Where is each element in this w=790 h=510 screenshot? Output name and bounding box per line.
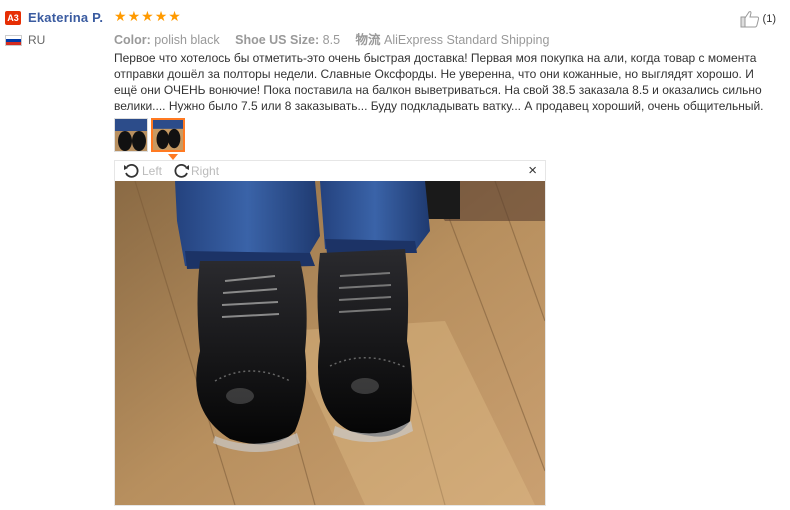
review-photo: [115, 181, 545, 505]
photo-viewer: Left Right ×: [114, 160, 546, 506]
rotate-right-button[interactable]: Right: [172, 162, 219, 180]
shoes-photo-image: [115, 181, 545, 505]
reviewer-level-badge: A3: [5, 11, 21, 25]
photo-thumbnail-1[interactable]: [114, 118, 148, 152]
helpful-button[interactable]: (1): [740, 10, 776, 28]
star-icon: ★: [141, 9, 154, 25]
helpful-count: (1): [762, 13, 776, 25]
star-rating: ★ ★ ★ ★ ★: [114, 9, 181, 25]
size-label: Shoe US Size:: [235, 33, 320, 47]
reviewer-country: RU: [28, 33, 46, 47]
rotate-right-icon: [174, 163, 190, 178]
order-attributes: Color: polish black Shoe US Size: 8.5 物流…: [114, 29, 549, 48]
size-value: 8.5: [322, 33, 341, 47]
star-icon: ★: [114, 9, 127, 25]
russia-flag-icon: [5, 35, 22, 46]
rotate-left-label: Left: [142, 164, 163, 178]
shoe-photo-thumbnail-image: [153, 120, 183, 150]
viewer-toolbar: Left Right ×: [115, 161, 545, 181]
close-viewer-button[interactable]: ×: [528, 162, 537, 179]
color-value: polish black: [154, 33, 220, 47]
star-icon: ★: [127, 9, 141, 25]
shipping-value: AliExpress Standard Shipping: [384, 33, 550, 47]
star-icon: ★: [168, 9, 181, 25]
rotate-left-icon: [124, 163, 139, 178]
photo-thumbnails: [114, 118, 185, 152]
shoe-photo-thumbnail-image: [115, 119, 147, 151]
review-text: Первое что хотелось бы отметить-это очен…: [114, 51, 764, 113]
photo-thumbnail-2[interactable]: [151, 118, 185, 152]
color-label: Color:: [114, 33, 151, 47]
rotate-left-button[interactable]: Left: [123, 162, 162, 180]
shipping-label: 物流: [355, 33, 381, 47]
thumbs-up-icon: [740, 11, 759, 28]
star-icon: ★: [154, 9, 168, 25]
rotate-right-label: Right: [191, 164, 220, 178]
reviewer-name[interactable]: Ekaterina P.: [28, 10, 103, 25]
